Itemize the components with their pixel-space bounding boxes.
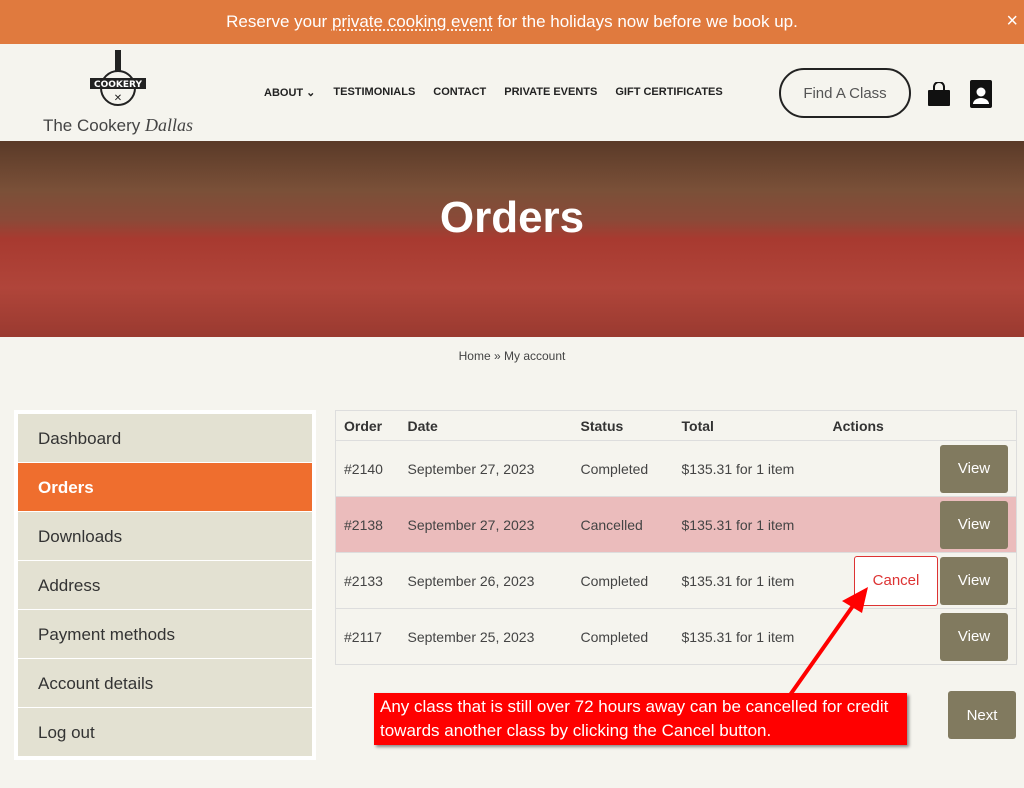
next-button[interactable]: Next (948, 691, 1016, 739)
site-name: The Cookery Dallas (42, 115, 194, 135)
table-row: #2133 September 26, 2023 Completed $135.31 … (335, 552, 1017, 609)
col-order: Order (344, 417, 383, 434)
banner-text: Reserve your private cooking event for t… (226, 12, 798, 31)
order-date: September 27, 2023 (399, 440, 573, 497)
order-number[interactable]: #2133 (335, 552, 400, 609)
order-number[interactable]: #2138 (335, 496, 400, 553)
hero-banner: Orders (0, 141, 1024, 337)
order-status: Completed (572, 440, 674, 497)
cookery-logo-icon: COOKERY ✕ (90, 50, 146, 106)
svg-text:✕: ✕ (114, 93, 122, 104)
close-icon[interactable]: × (1006, 10, 1018, 33)
view-button[interactable]: View (940, 444, 1008, 493)
nav-testimonials[interactable]: TESTIMONIALS (333, 86, 415, 99)
sidebar-item-log-out[interactable]: Log out (18, 708, 312, 756)
col-total: Total (681, 417, 714, 434)
order-total: $135.31 for 1 item (673, 496, 825, 553)
sidebar-item-payment-methods[interactable]: Payment methods (18, 610, 312, 658)
find-class-button[interactable]: Find A Class (779, 68, 911, 118)
sidebar-item-account-details[interactable]: Account details (18, 659, 312, 707)
nav-contact[interactable]: CONTACT (433, 86, 486, 99)
nav-gift-certificates[interactable]: GIFT CERTIFICATES (615, 86, 722, 99)
order-date: September 27, 2023 (399, 496, 573, 553)
logo[interactable]: COOKERY ✕ The Cookery Dallas (38, 48, 198, 136)
site-header: COOKERY ✕ The Cookery Dallas ABOUT ⌄ TEST… (0, 44, 1024, 141)
nav-private-events[interactable]: PRIVATE EVENTS (504, 86, 597, 99)
order-number[interactable]: #2117 (335, 608, 400, 665)
view-button[interactable]: View (940, 556, 1008, 605)
annotation-arrow-icon (788, 587, 868, 697)
sidebar-item-address[interactable]: Address (18, 561, 312, 609)
promo-banner: Reserve your private cooking event for t… (0, 0, 1024, 44)
private-event-link[interactable]: private cooking event (332, 12, 493, 31)
order-status: Completed (572, 552, 674, 609)
svg-text:COOKERY: COOKERY (94, 80, 142, 90)
view-button[interactable]: View (940, 500, 1008, 549)
account-icon[interactable] (970, 80, 992, 108)
sidebar-item-orders[interactable]: Orders (18, 463, 312, 511)
main-nav: ABOUT ⌄ TESTIMONIALS CONTACT PRIVATE EVE… (264, 86, 741, 99)
order-date: September 26, 2023 (399, 552, 573, 609)
sidebar-item-dashboard[interactable]: Dashboard (18, 414, 312, 462)
shopping-bag-icon[interactable] (928, 82, 950, 106)
order-status: Cancelled (572, 496, 674, 553)
table-row: #2140 September 27, 2023 Completed $135.31 … (335, 440, 1017, 497)
col-status: Status (580, 417, 624, 434)
col-date: Date (407, 417, 438, 434)
page-title: Orders (439, 193, 585, 242)
nav-about[interactable]: ABOUT ⌄ (264, 86, 315, 99)
orders-table: Order Date Status Total Actions #2140 Septemb… (335, 410, 1017, 665)
breadcrumb[interactable]: Home » My account (0, 349, 1024, 363)
table-row: #2138 September 27, 2023 Cancelled $135.31 … (335, 496, 1017, 553)
order-total: $135.31 for 1 item (673, 440, 825, 497)
order-status: Completed (572, 608, 674, 665)
order-number[interactable]: #2140 (335, 440, 400, 497)
table-row: #2117 September 25, 2023 Completed $135.31 … (335, 608, 1017, 665)
col-actions: Actions (832, 417, 884, 434)
annotation-callout: Any class that is still over 72 hours aw… (374, 693, 907, 745)
order-date: September 25, 2023 (399, 608, 573, 665)
sidebar-item-downloads[interactable]: Downloads (18, 512, 312, 560)
view-button[interactable]: View (940, 612, 1008, 661)
account-sidebar: Dashboard Orders Downloads Address Payme… (14, 410, 316, 760)
